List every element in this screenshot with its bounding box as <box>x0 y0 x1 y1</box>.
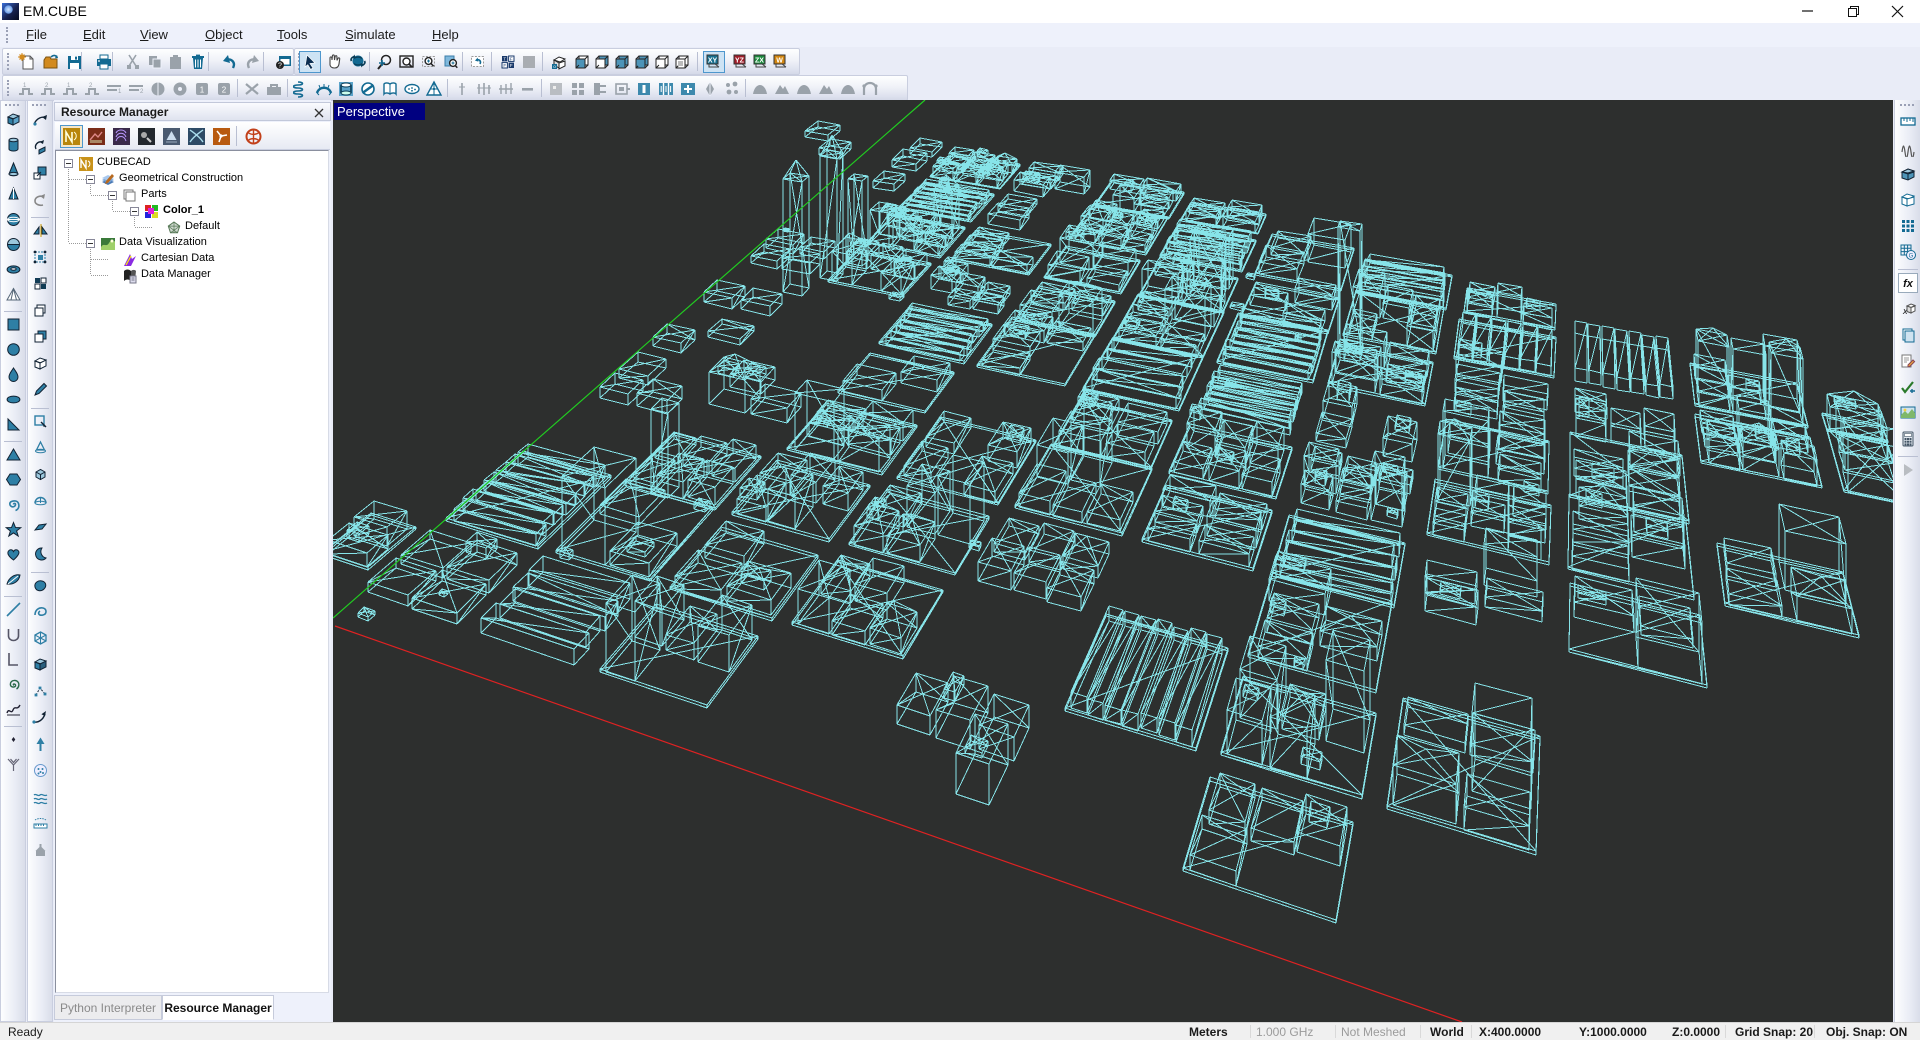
svg-text:ZX: ZX <box>755 57 764 64</box>
svg-text:fx: fx <box>1903 278 1914 290</box>
svg-text:F: F <box>510 56 513 61</box>
svg-text:T: T <box>503 56 506 61</box>
svg-text:1: 1 <box>118 89 122 95</box>
svg-text:1: 1 <box>200 86 205 95</box>
svg-text:W: W <box>776 57 783 64</box>
svg-text:2: 2 <box>140 89 144 95</box>
svg-text:?: ? <box>278 63 282 70</box>
svg-text:F: F <box>503 63 506 68</box>
svg-text:2: 2 <box>222 86 227 95</box>
svg-text:F: F <box>510 63 513 68</box>
svg-text:G: G <box>1909 254 1914 260</box>
svg-text:XY: XY <box>708 57 718 64</box>
svg-text:YZ: YZ <box>735 57 745 64</box>
